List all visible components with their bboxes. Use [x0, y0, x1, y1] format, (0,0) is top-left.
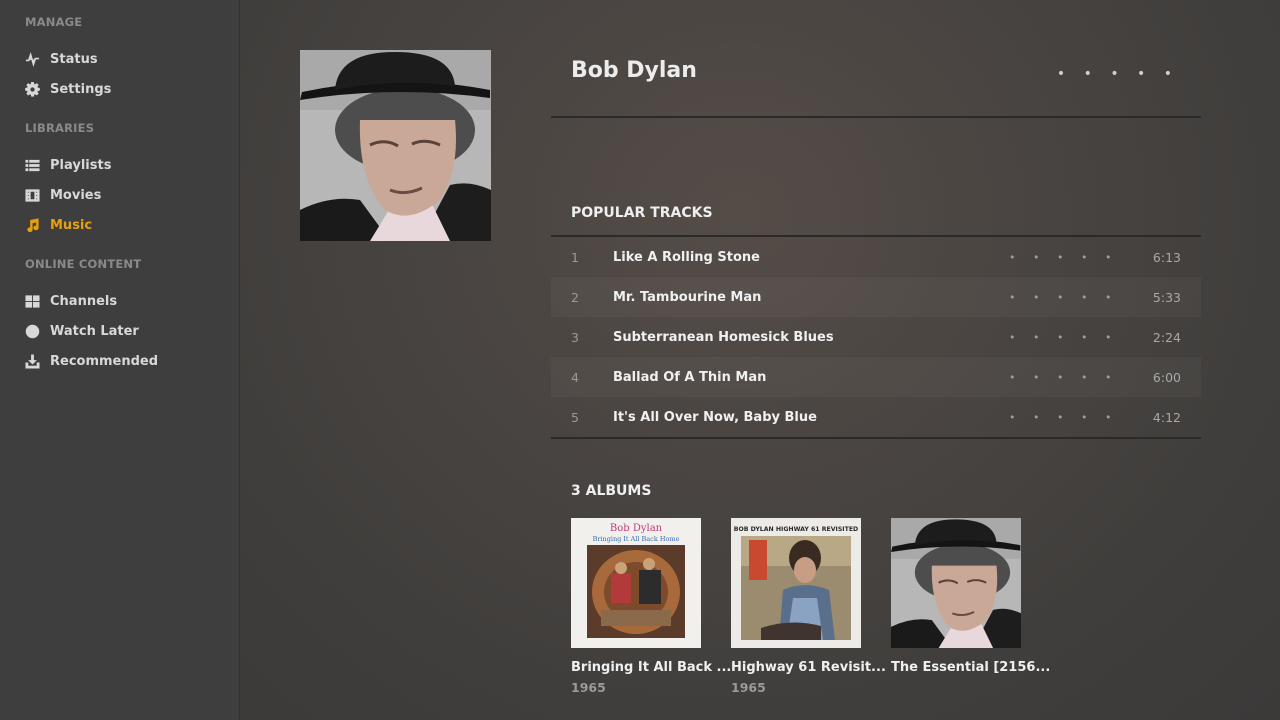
album-year: 1965: [571, 680, 606, 695]
album-cover[interactable]: Bob Dylan Bringing It All Back Home: [571, 518, 701, 648]
music-note-icon: [24, 217, 41, 234]
gear-icon: [24, 81, 41, 98]
sidebar-item-label: Playlists: [50, 157, 112, 173]
sidebar-item-music[interactable]: Music: [0, 210, 239, 240]
track-duration: 2:24: [1152, 329, 1181, 345]
artist-name: Bob Dylan: [571, 58, 697, 83]
track-title: It's All Over Now, Baby Blue: [613, 409, 817, 425]
sidebar-item-status[interactable]: Status: [0, 44, 239, 74]
grid-icon: [24, 293, 41, 310]
more-options-button[interactable]: • • • • •: [1057, 66, 1179, 82]
sidebar-heading-manage: MANAGE: [25, 15, 83, 29]
download-icon: [24, 353, 41, 370]
track-rating[interactable]: • • • • •: [1009, 371, 1118, 384]
track-number: 5: [571, 409, 579, 425]
album-title: Bringing It All Back ...: [571, 660, 732, 675]
popular-tracks-list: 1 Like A Rolling Stone • • • • • 6:13 2 …: [551, 235, 1201, 439]
sidebar-heading-online-content: ONLINE CONTENT: [25, 257, 142, 271]
sidebar-item-recommended[interactable]: Recommended: [0, 346, 239, 376]
popular-tracks-title: POPULAR TRACKS: [571, 205, 713, 221]
sidebar-item-label: Settings: [50, 81, 112, 97]
album-cover[interactable]: [891, 518, 1021, 648]
clock-icon: [24, 323, 41, 340]
sidebar: MANAGE Status Settings LIBRARIES Playlis…: [0, 0, 240, 720]
track-rating[interactable]: • • • • •: [1009, 331, 1118, 344]
track-number: 3: [571, 329, 579, 345]
track-number: 1: [571, 249, 579, 265]
album-card[interactable]: Bob Dylan Bringing It All Back Home Brin…: [571, 518, 732, 695]
track-title: Subterranean Homesick Blues: [613, 329, 834, 345]
film-icon: [24, 187, 41, 204]
sidebar-item-playlists[interactable]: Playlists: [0, 150, 239, 180]
sidebar-item-label: Music: [50, 217, 93, 233]
track-title: Ballad Of A Thin Man: [613, 369, 767, 385]
artist-header: Bob Dylan • • • • •: [551, 48, 1201, 118]
sidebar-item-movies[interactable]: Movies: [0, 180, 239, 210]
track-rating[interactable]: • • • • •: [1009, 291, 1118, 304]
track-title: Like A Rolling Stone: [613, 249, 760, 265]
track-row[interactable]: 4 Ballad Of A Thin Man • • • • • 6:00: [551, 357, 1201, 397]
sidebar-heading-libraries: LIBRARIES: [25, 121, 95, 135]
album-card[interactable]: The Essential [2156...: [891, 518, 1051, 695]
track-number: 4: [571, 369, 579, 385]
album-card[interactable]: BOB DYLAN HIGHWAY 61 REVISITED Highway 6…: [731, 518, 886, 695]
status-pulse-icon: [24, 51, 41, 68]
track-row[interactable]: 1 Like A Rolling Stone • • • • • 6:13: [551, 237, 1201, 277]
sidebar-item-label: Recommended: [50, 353, 159, 369]
track-number: 2: [571, 289, 579, 305]
sidebar-item-label: Watch Later: [50, 323, 139, 339]
track-title: Mr. Tambourine Man: [613, 289, 762, 305]
sidebar-group-online-content: Channels Watch Later Recommended: [0, 286, 239, 376]
list-icon: [24, 157, 41, 174]
sidebar-item-label: Movies: [50, 187, 102, 203]
sidebar-item-settings[interactable]: Settings: [0, 74, 239, 104]
album-cover-title: BOB DYLAN HIGHWAY 61 REVISITED: [734, 526, 858, 533]
sidebar-item-channels[interactable]: Channels: [0, 286, 239, 316]
track-row[interactable]: 2 Mr. Tambourine Man • • • • • 5:33: [551, 277, 1201, 317]
sidebar-item-label: Status: [50, 51, 98, 67]
track-duration: 6:00: [1152, 369, 1181, 385]
sidebar-item-label: Channels: [50, 293, 118, 309]
sidebar-group-manage: Status Settings: [0, 44, 239, 104]
sidebar-group-libraries: Playlists Movies Music: [0, 150, 239, 240]
track-duration: 4:12: [1152, 409, 1181, 425]
track-rating[interactable]: • • • • •: [1009, 251, 1118, 264]
album-cover-artist: Bob Dylan: [610, 523, 663, 534]
track-row[interactable]: 5 It's All Over Now, Baby Blue • • • • •…: [551, 397, 1201, 437]
main-content: Bob Dylan • • • • • POPULAR TRACKS 1 Lik…: [240, 0, 1280, 720]
sidebar-item-watch-later[interactable]: Watch Later: [0, 316, 239, 346]
track-duration: 6:13: [1152, 249, 1181, 265]
track-row[interactable]: 3 Subterranean Homesick Blues • • • • • …: [551, 317, 1201, 357]
track-rating[interactable]: • • • • •: [1009, 411, 1118, 424]
albums-title: 3 ALBUMS: [571, 483, 652, 499]
track-duration: 5:33: [1152, 289, 1181, 305]
album-cover-title: Bringing It All Back Home: [593, 535, 680, 543]
artist-photo[interactable]: [300, 50, 491, 241]
album-title: Highway 61 Revisit...: [731, 660, 886, 675]
album-cover[interactable]: BOB DYLAN HIGHWAY 61 REVISITED: [731, 518, 861, 648]
app-window: MANAGE Status Settings LIBRARIES Playlis…: [0, 0, 1280, 720]
albums-grid: Bob Dylan Bringing It All Back Home Brin…: [571, 518, 1051, 695]
album-title: The Essential [2156...: [891, 660, 1051, 675]
album-year: 1965: [731, 680, 766, 695]
